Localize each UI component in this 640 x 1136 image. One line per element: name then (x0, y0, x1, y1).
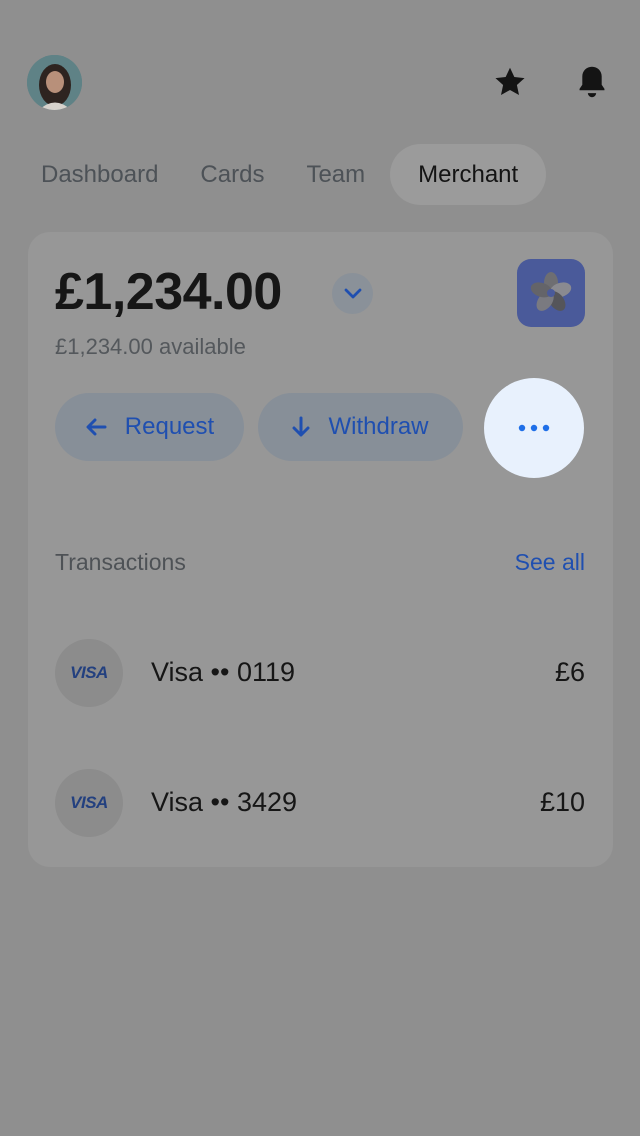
available-balance: £1,234.00 available (55, 334, 246, 359)
chevron-down-icon[interactable] (332, 273, 373, 314)
transaction-row[interactable]: VISA Visa •• 0119 £6 (55, 639, 585, 707)
transaction-row[interactable]: VISA Visa •• 3429 £10 (55, 769, 585, 837)
tab-cards[interactable]: Cards (183, 144, 281, 205)
balance-amount: £1,234.00 (55, 263, 282, 321)
transaction-name: Visa •• 3429 (151, 787, 298, 817)
request-label: Request (124, 413, 215, 440)
visa-logo-icon: VISA (55, 639, 123, 707)
transaction-name: Visa •• 0119 (151, 657, 296, 687)
arrow-down-icon (292, 416, 310, 437)
tab-dashboard[interactable]: Dashboard (24, 144, 175, 205)
transactions-title: Transactions (55, 549, 186, 575)
tab-merchant[interactable]: Merchant (390, 144, 547, 205)
tab-bar: Dashboard Cards Team Merchant (24, 144, 554, 205)
pinwheel-logo-icon (517, 259, 585, 327)
withdraw-label: Withdraw (328, 413, 429, 440)
visa-logo-icon: VISA (55, 769, 123, 837)
transaction-amount: £6 (554, 657, 585, 687)
tab-team[interactable]: Team (289, 144, 382, 205)
avatar[interactable] (27, 55, 82, 110)
more-button[interactable] (484, 378, 584, 478)
more-horizontal-icon (518, 424, 550, 432)
arrow-left-icon (86, 418, 107, 436)
request-button[interactable]: Request (55, 393, 244, 461)
transaction-amount: £10 (539, 787, 585, 817)
see-all-link[interactable]: See all (515, 549, 585, 576)
withdraw-button[interactable]: Withdraw (258, 393, 463, 461)
star-icon[interactable] (490, 62, 530, 102)
bell-icon[interactable] (572, 62, 612, 102)
account-card: £1,234.00 £1,234.00 available Request Wi… (28, 232, 613, 867)
avatar-photo (27, 55, 82, 110)
